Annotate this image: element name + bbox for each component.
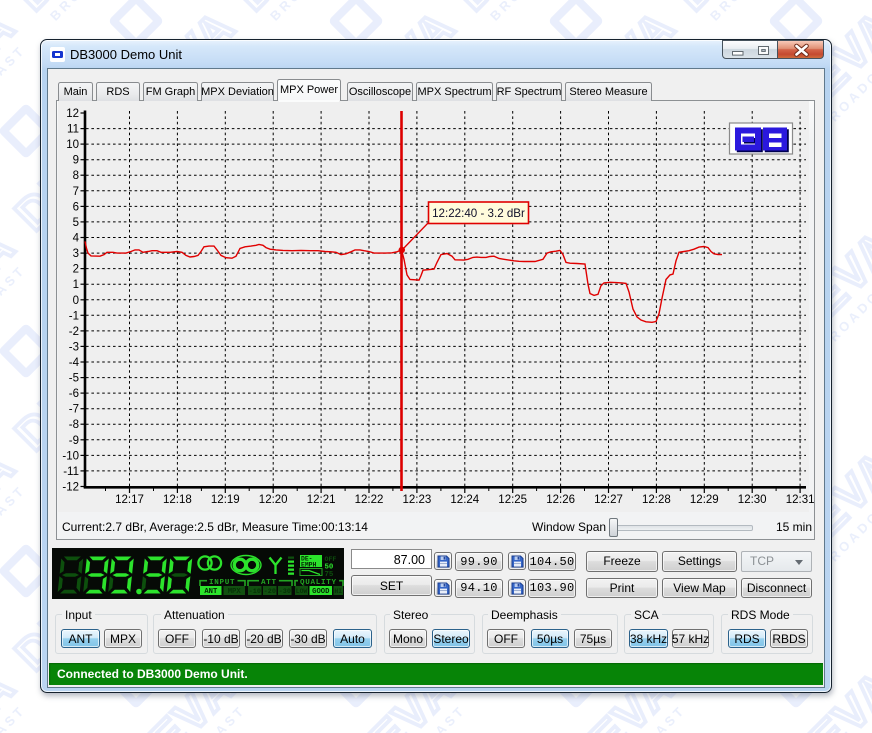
svg-text:GOOD: GOOD (312, 588, 330, 596)
svg-text:ATT: ATT (261, 579, 277, 587)
svg-text:EMPH: EMPH (301, 562, 317, 569)
svg-text:INPUT: INPUT (209, 579, 235, 587)
svg-text:-10: -10 (249, 588, 261, 596)
svg-text:-30: -30 (279, 588, 291, 596)
svg-text:-20: -20 (264, 588, 276, 596)
svg-text:LOW: LOW (296, 588, 308, 595)
svg-text:MPX: MPX (228, 588, 242, 596)
svg-text:HI: HI (334, 588, 342, 595)
svg-text:OFF: OFF (325, 556, 337, 563)
svg-text:QUALITY: QUALITY (300, 579, 337, 587)
svg-text:ANT: ANT (204, 588, 218, 596)
svg-text:75: 75 (325, 571, 334, 579)
